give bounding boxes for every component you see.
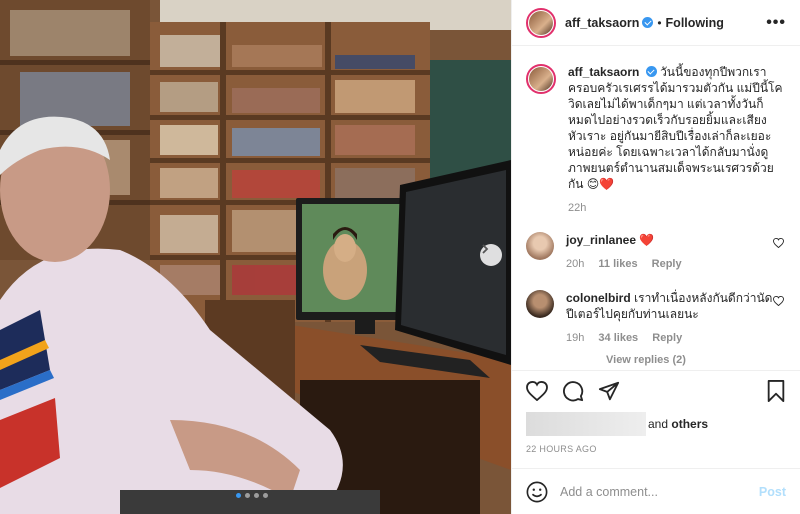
verified-icon bbox=[645, 66, 657, 77]
comment-meta: 19h 34 likes Reply bbox=[566, 330, 776, 346]
post-comment-button[interactable]: Post bbox=[759, 485, 786, 499]
caption-time: 22h bbox=[568, 202, 587, 214]
comment-body: colonelbird เราทำเนื่องหลังกันดีกว่านัดป… bbox=[566, 290, 776, 346]
carousel-dot bbox=[254, 493, 259, 498]
post-timestamp[interactable]: 22 HOURS AGO bbox=[526, 444, 597, 454]
share-icon bbox=[598, 381, 620, 400]
share-button[interactable] bbox=[598, 380, 620, 402]
liked-by-blurred[interactable] bbox=[526, 412, 646, 436]
author-avatar[interactable] bbox=[526, 7, 556, 38]
commenter-avatar[interactable] bbox=[526, 290, 554, 318]
likes-and: and bbox=[648, 417, 669, 431]
comment-item: joy_rinlanee ❤️ 20h 11 likes Reply bbox=[526, 232, 786, 272]
likes-others[interactable]: and others bbox=[648, 417, 708, 431]
comment-time[interactable]: 19h bbox=[566, 332, 584, 344]
heart-icon bbox=[526, 380, 548, 401]
commenter-avatar[interactable] bbox=[526, 232, 554, 260]
carousel-dot bbox=[236, 493, 241, 498]
caption-text: aff_taksaorn วันนี้ของทุกปีพวกเราครอบครั… bbox=[568, 64, 786, 192]
post-photo[interactable] bbox=[0, 0, 511, 514]
comment-item: colonelbird เราทำเนื่องหลังกันดีกว่านัดป… bbox=[526, 290, 786, 346]
like-button[interactable] bbox=[526, 380, 548, 401]
post-side-panel: aff_taksaorn • Following ••• aff_taksaor… bbox=[511, 0, 800, 514]
emoji-icon[interactable] bbox=[526, 481, 548, 503]
comment-body: joy_rinlanee ❤️ 20h 11 likes Reply bbox=[566, 232, 776, 272]
caption-username[interactable]: aff_taksaorn bbox=[568, 65, 639, 79]
header-separator: • bbox=[657, 15, 662, 30]
comment-username[interactable]: colonelbird bbox=[566, 291, 631, 305]
heart-icon[interactable] bbox=[773, 238, 784, 248]
follow-button[interactable]: Following bbox=[666, 16, 724, 30]
verified-icon bbox=[642, 17, 654, 28]
reply-button[interactable]: Reply bbox=[652, 258, 682, 270]
next-slide-button[interactable] bbox=[480, 244, 502, 266]
carousel-indicator bbox=[236, 493, 268, 498]
post-actions bbox=[512, 370, 800, 410]
post-header: aff_taksaorn • Following ••• bbox=[512, 0, 800, 46]
reply-button[interactable]: Reply bbox=[652, 332, 682, 344]
comment-meta: 20h 11 likes Reply bbox=[566, 256, 776, 272]
caption-avatar[interactable] bbox=[526, 64, 556, 94]
photo-scene bbox=[0, 0, 511, 514]
heart-icon[interactable] bbox=[773, 296, 784, 306]
post-caption: aff_taksaorn วันนี้ของทุกปีพวกเราครอบครั… bbox=[526, 64, 786, 192]
save-button[interactable] bbox=[766, 379, 786, 402]
add-comment-bar: Post bbox=[512, 468, 800, 514]
comment-username[interactable]: joy_rinlanee bbox=[566, 233, 636, 247]
comment-button[interactable] bbox=[562, 380, 584, 402]
likes-summary: and others bbox=[526, 412, 708, 436]
save-icon bbox=[767, 379, 785, 402]
view-replies-button[interactable]: View replies (2) bbox=[606, 354, 786, 366]
comment-text: ❤️ bbox=[639, 233, 655, 247]
comments-area[interactable]: aff_taksaorn วันนี้ของทุกปีพวกเราครอบครั… bbox=[512, 46, 800, 368]
carousel-dot bbox=[263, 493, 268, 498]
comment-input[interactable] bbox=[560, 484, 750, 499]
comment-time[interactable]: 20h bbox=[566, 258, 584, 270]
carousel-dot bbox=[245, 493, 250, 498]
comment-icon bbox=[563, 380, 584, 401]
likes-others-label: others bbox=[671, 417, 709, 431]
more-icon[interactable]: ••• bbox=[766, 14, 786, 32]
author-username[interactable]: aff_taksaorn bbox=[565, 16, 639, 30]
next-arrow-icon bbox=[482, 244, 489, 254]
comment-likes[interactable]: 11 likes bbox=[598, 258, 637, 270]
comment-likes[interactable]: 34 likes bbox=[598, 332, 638, 344]
caption-body: วันนี้ของทุกปีพวกเราครอบครัวเรเศรรได้มาร… bbox=[568, 65, 783, 191]
